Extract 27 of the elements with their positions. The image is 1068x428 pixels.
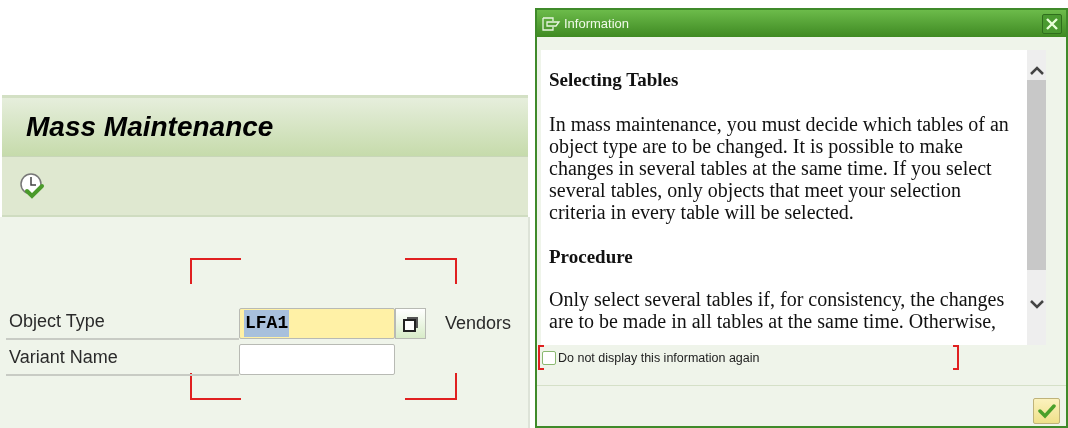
close-button[interactable] bbox=[1042, 13, 1062, 34]
input-field[interactable] bbox=[239, 344, 395, 375]
paragraph: Only select several tables if, for consistency, the changes are to be made in all tables at the same time. Otherwise, bbox=[549, 288, 1006, 332]
corner-mark bbox=[405, 258, 457, 284]
section-heading: Selecting Tables bbox=[549, 69, 680, 91]
checkbox-label: Do not display this information again bbox=[558, 349, 760, 367]
section-heading: Procedure bbox=[549, 246, 634, 268]
screen-title: Mass Maintenance bbox=[26, 110, 274, 144]
copy-icon bbox=[401, 314, 420, 333]
scroll-down-icon[interactable] bbox=[1028, 297, 1045, 311]
field-value: LFA1 bbox=[244, 310, 290, 337]
window-icon bbox=[541, 15, 561, 32]
field-description: Vendors bbox=[445, 312, 512, 335]
value-help-button[interactable] bbox=[395, 308, 426, 339]
paragraph: In mass maintenance, you must decide which tables of an object type are to be changed. It is possible to make changes in several tables at the same time. If you select several tables, only objects that meet your selection criteria in every table will be selected. bbox=[549, 113, 1010, 223]
close-icon bbox=[1046, 17, 1058, 30]
corner-mark bbox=[190, 373, 241, 400]
checkmark-icon bbox=[1037, 403, 1056, 419]
corner-mark bbox=[190, 258, 241, 284]
corner-mark bbox=[953, 345, 959, 370]
checkbox[interactable] bbox=[542, 351, 556, 365]
confirm-button[interactable] bbox=[1033, 398, 1060, 424]
input-field[interactable]: LFA1 bbox=[239, 308, 395, 339]
scroll-thumb[interactable] bbox=[1027, 80, 1046, 270]
dialog-title: Information bbox=[564, 14, 631, 33]
corner-mark bbox=[405, 373, 457, 400]
scrollbar[interactable] bbox=[1027, 50, 1046, 345]
